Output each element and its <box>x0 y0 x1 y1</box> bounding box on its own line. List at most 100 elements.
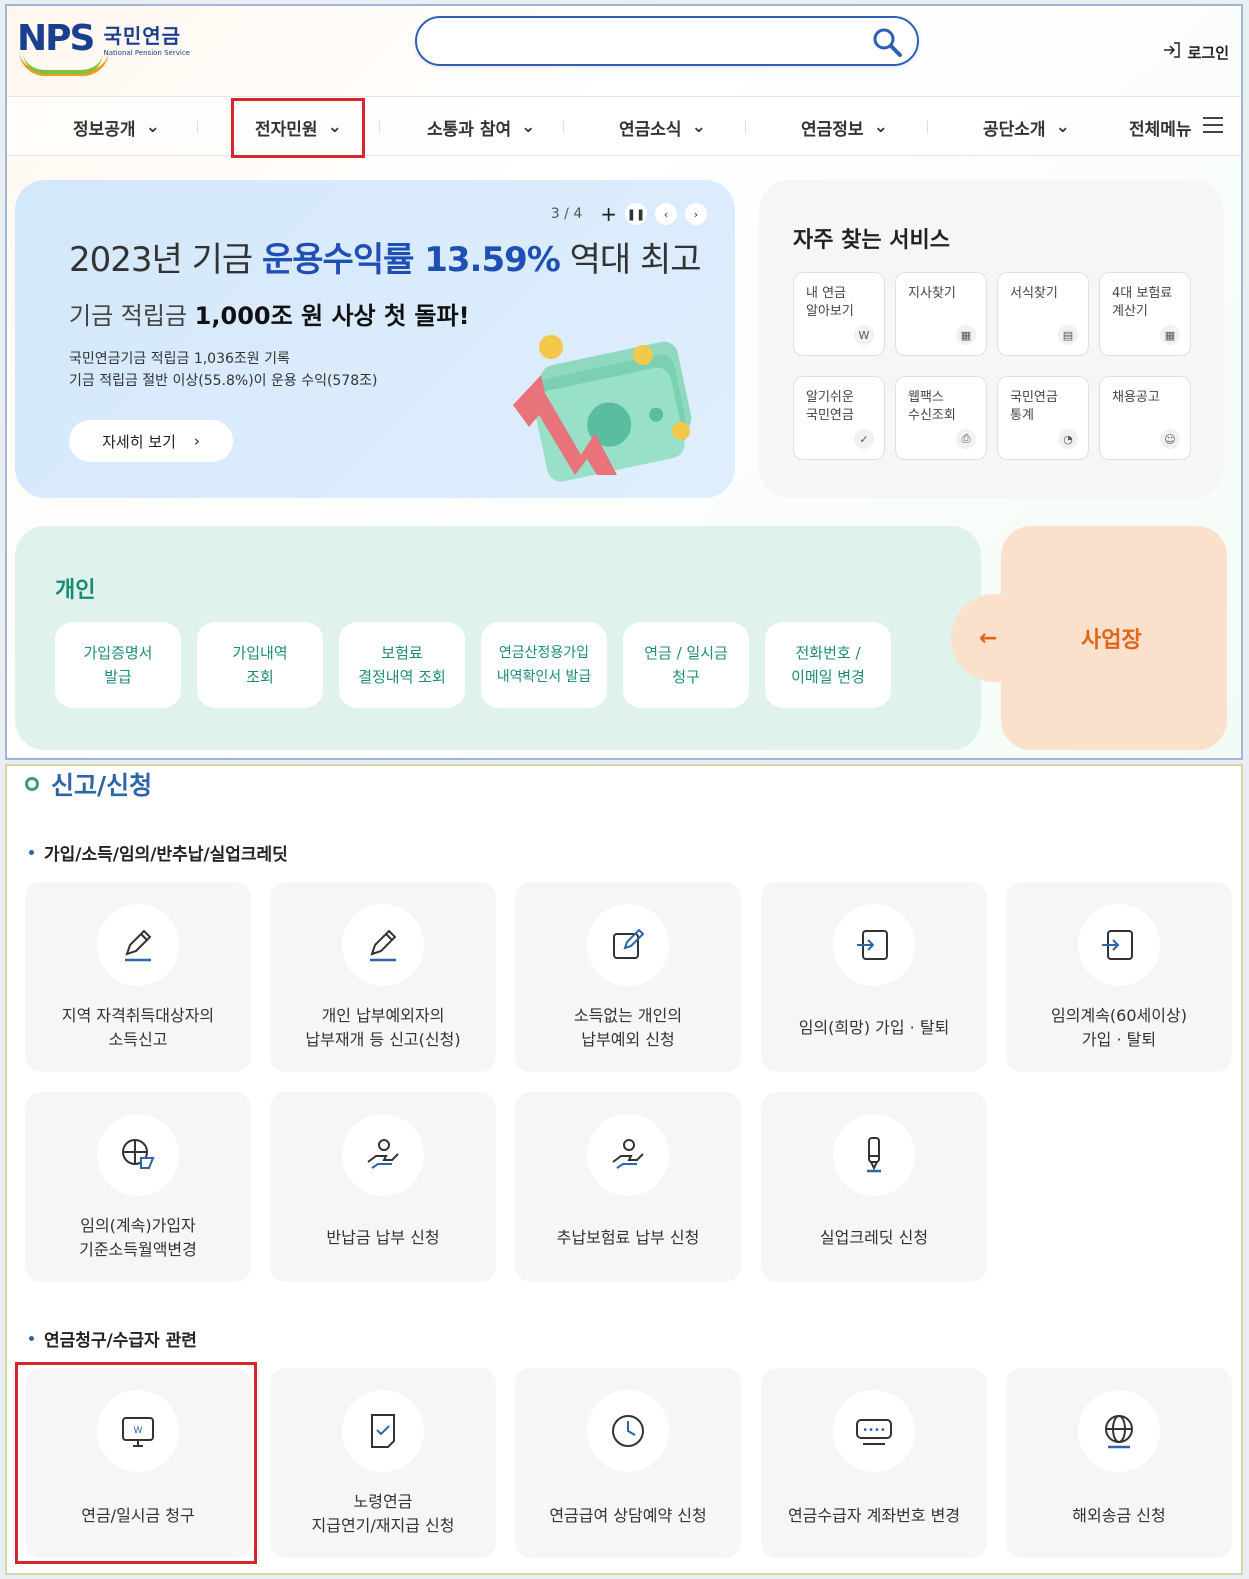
personal-panel: 개인 가입증명서 발급 가입내역 조회 보험료 결정내역 조회 연금산정용가입 … <box>15 526 981 750</box>
pen-icon <box>833 1114 915 1196</box>
card-label: 해외송금 신청 <box>1072 1506 1166 1525</box>
report-section-title: 신고/신청 <box>25 766 152 802</box>
logo-text: 국민연금 National Pension Service <box>103 20 190 57</box>
card-unemployment-credit[interactable]: 실업크레딧 신청 <box>761 1092 987 1282</box>
card-consultation-booking[interactable]: 연금급여 상담예약 신청 <box>515 1368 741 1558</box>
card-voluntary-join[interactable]: 임의(희망) 가입 · 탈퇴 <box>761 882 987 1072</box>
card-label: 지역 자격취득대상자의 소득신고 <box>61 1006 215 1049</box>
document-check-icon <box>342 1390 424 1472</box>
hand-coin-icon <box>342 1114 424 1196</box>
frequent-branch-finder[interactable]: 지사찾기 ▦ <box>895 272 987 356</box>
sign-in-icon <box>1078 904 1160 986</box>
login-icon <box>1162 40 1182 64</box>
calculator-icon: ▦ <box>1160 325 1180 345</box>
search-input[interactable] <box>437 18 877 62</box>
card-account-change[interactable]: •••• 연금수급자 계좌번호 변경 <box>761 1368 987 1558</box>
login-button[interactable]: 로그인 <box>1162 40 1229 64</box>
frequent-form-finder[interactable]: 서식찾기 ▤ <box>997 272 1089 356</box>
frequent-insurance-calculator[interactable]: 4대 보험료 계산기 ▦ <box>1099 272 1191 356</box>
card-payment-resumption[interactable]: 개인 납부예외자의 납부재개 등 신고(신청) <box>270 882 496 1072</box>
frequent-statistics[interactable]: 국민연금 통계 ◔ <box>997 376 1089 460</box>
card-additional-payment[interactable]: 추납보험료 납부 신청 <box>515 1092 741 1282</box>
card-label: 연금수급자 계좌번호 변경 <box>787 1506 961 1525</box>
chevron-left-icon[interactable]: ‹ <box>655 203 677 225</box>
printer-icon: ⎙ <box>956 429 976 449</box>
nav-item-news[interactable]: 연금소식 ⌄ <box>619 97 706 157</box>
person-check-icon: ☺ <box>1160 429 1180 449</box>
chevron-right-icon: › <box>193 432 200 450</box>
card-payment-exception[interactable]: 소득없는 개인의 납부예외 신청 <box>515 882 741 1072</box>
globe-document-icon <box>97 1114 179 1196</box>
card-overseas-remittance[interactable]: 해외송금 신청 <box>1006 1368 1232 1558</box>
document-icon: W <box>854 325 874 345</box>
nav-divider <box>563 121 564 133</box>
card-label: 임의계속(60세이상) 가입 · 탈퇴 <box>1051 1006 1187 1049</box>
logo-english: National Pension Service <box>103 49 190 57</box>
pause-icon[interactable]: ❚❚ <box>625 203 647 225</box>
card-label: 소득없는 개인의 납부예외 신청 <box>573 1006 683 1049</box>
group1-title: 가입/소득/임의/반추납/실업크레딧 <box>29 840 288 865</box>
banner-description: 국민연금기금 적립금 1,036조원 기록 기금 적립금 절반 이상(55.8%… <box>69 348 378 392</box>
banner-subtitle: 기금 적립금 1,000조 원 사상 첫 돌파! <box>69 296 470 331</box>
banner-more-button[interactable]: 자세히 보기 › <box>69 420 233 462</box>
pencil-icon <box>97 904 179 986</box>
nav-label: 공단소개 <box>983 119 1046 140</box>
group2-title: 연금청구/수급자 관련 <box>29 1326 197 1351</box>
personal-button-certificate[interactable]: 가입증명서 발급 <box>55 622 181 708</box>
nav-label: 소통과 참여 <box>427 119 512 140</box>
card-label: 실업크레딧 신청 <box>819 1228 929 1247</box>
nav-label: 정보공개 <box>73 119 136 140</box>
card-regional-income-report[interactable]: 지역 자격취득대상자의 소득신고 <box>25 882 251 1072</box>
logo-korean: 국민연금 <box>103 24 182 48</box>
nps-logo[interactable]: NPS 국민연금 National Pension Service <box>17 18 190 76</box>
card-label: 연금급여 상담예약 신청 <box>549 1506 707 1525</box>
frequent-services-panel: 자주 찾는 서비스 내 연금 알아보기 W 지사찾기 ▦ 서식찾기 ▤ 4대 보험료 … <box>759 180 1223 498</box>
frequent-easy-pension[interactable]: 알기쉬운 국민연금 ✓ <box>793 376 885 460</box>
card-old-age-deferral[interactable]: 노령연금 지급연기/재지급 신청 <box>270 1368 496 1558</box>
frequent-my-pension[interactable]: 내 연금 알아보기 W <box>793 272 885 356</box>
all-menu-button[interactable]: 전체메뉴 <box>1129 97 1224 157</box>
nav-divider <box>197 121 198 133</box>
clock-icon <box>587 1390 669 1472</box>
building-icon: ▦ <box>956 325 976 345</box>
business-tab[interactable] <box>951 594 1061 682</box>
sign-in-icon <box>833 904 915 986</box>
chevron-right-icon[interactable]: › <box>685 203 707 225</box>
frequent-recruitment[interactable]: 채용공고 ☺ <box>1099 376 1191 460</box>
personal-button-confirmation[interactable]: 연금산정용가입 내역확인서 발급 <box>481 622 607 708</box>
personal-button-history[interactable]: 가입내역 조회 <box>197 622 323 708</box>
banner-title-pre: 2023년 기금 <box>69 240 262 280</box>
frequent-webfax[interactable]: 웹팩스 수신조회 ⎙ <box>895 376 987 460</box>
search-icon[interactable] <box>871 26 903 58</box>
bullet-icon <box>29 850 34 855</box>
banner-controls: 3 / 4 + ❚❚ ‹ › <box>551 202 707 226</box>
highlight-box-eservice <box>231 98 365 158</box>
card-voluntary-continue[interactable]: 임의계속(60세이상) 가입 · 탈퇴 <box>1006 882 1232 1072</box>
report-page-screenshot: 신고/신청 가입/소득/임의/반추납/실업크레딧 지역 자격취득대상자의 소득신… <box>5 764 1243 1575</box>
card-return-payment[interactable]: 반납금 납부 신청 <box>270 1092 496 1282</box>
personal-button-premium[interactable]: 보험료 결정내역 조회 <box>339 622 465 708</box>
globe-icon <box>1078 1390 1160 1472</box>
nav-item-communication[interactable]: 소통과 참여 ⌄ <box>427 97 535 157</box>
personal-button-claim[interactable]: 연금 / 일시금 청구 <box>623 622 749 708</box>
card-label: 임의(계속)가입자 기준소득월액변경 <box>79 1216 197 1259</box>
login-label: 로그인 <box>1187 43 1229 62</box>
chevron-down-icon: ⌄ <box>691 117 706 137</box>
frequent-label: 국민연금 통계 <box>1010 390 1058 423</box>
chevron-down-icon: ⌄ <box>1055 117 1070 137</box>
personal-button-contact-change[interactable]: 전화번호 / 이메일 변경 <box>765 622 891 708</box>
card-label: 노령연금 지급연기/재지급 신청 <box>311 1492 455 1535</box>
main-nav: 정보공개 ⌄ 전자민원 ⌄ 소통과 참여 ⌄ 연금소식 ⌄ 연금정보 ⌄ 공단소개 ⌄ 전체… <box>7 96 1241 156</box>
personal-title: 개인 <box>55 578 96 603</box>
card-label: 추납보험료 납부 신청 <box>556 1228 700 1247</box>
plus-icon[interactable]: + <box>600 202 617 226</box>
report-title: 신고/신청 <box>51 771 153 800</box>
hamburger-icon <box>1202 116 1224 139</box>
nav-item-about[interactable]: 공단소개 ⌄ <box>983 97 1070 157</box>
document-check-icon: ✓ <box>854 429 874 449</box>
svg-text:••••: •••• <box>862 1425 886 1436</box>
nav-item-pension-info[interactable]: 연금정보 ⌄ <box>801 97 888 157</box>
nav-item-info[interactable]: 정보공개 ⌄ <box>73 97 160 157</box>
card-income-change[interactable]: 임의(계속)가입자 기준소득월액변경 <box>25 1092 251 1282</box>
banner-subtitle-bold: 1,000조 원 사상 첫 돌파! <box>194 302 470 330</box>
